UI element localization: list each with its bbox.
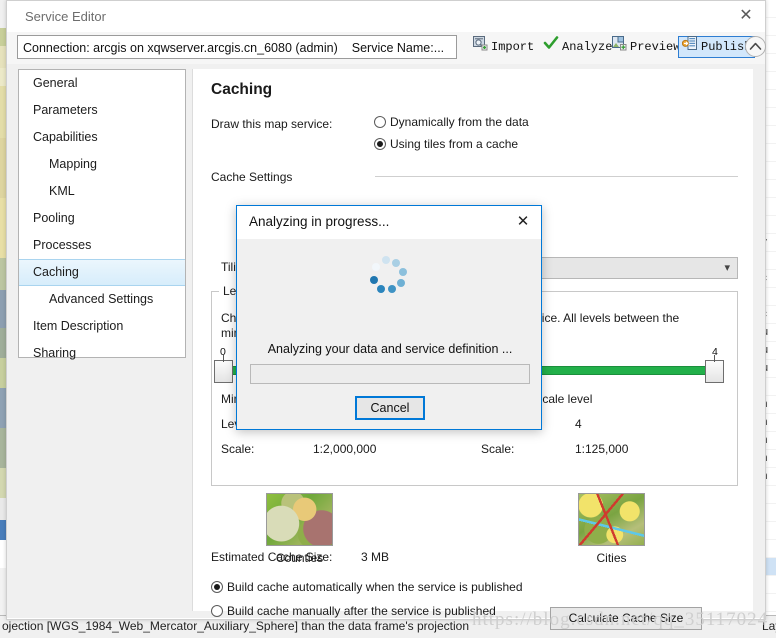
sidebar-item-sharing[interactable]: Sharing [19,340,185,367]
window-title: Service Editor [25,9,106,24]
min-scale-value: 1:2,000,000 [313,442,377,456]
radio-build-auto-label: Build cache automatically when the servi… [227,580,523,594]
radio-build-manual-label: Build cache manually after the service i… [227,604,496,618]
radio-build-manual[interactable]: Build cache manually after the service i… [211,604,496,618]
analyzing-progress-dialog: Analyzing in progress... ✕ Analyzing you… [236,205,542,430]
estimated-cache-size-label: Estimated Cache Size: [211,550,333,564]
preview-label: Preview [630,40,681,54]
background-status-right: Lay [762,619,776,633]
radio-cache-label: Using tiles from a cache [390,137,519,151]
sidebar-item-capabilities[interactable]: Capabilities [19,124,185,151]
sidebar-item-mapping[interactable]: Mapping [19,151,185,178]
service-name-text: Service Name:... [351,41,445,55]
cities-caption: Cities [596,551,627,565]
max-level-value: 4 [575,417,582,431]
calculate-cache-size-button[interactable]: Calculate Cache Size [550,607,702,630]
window-title-bar: Service Editor ✕ [7,1,765,33]
slider-min-handle[interactable] [214,355,233,383]
slider-min-handle-label: 0 [220,346,226,358]
sidebar-item-processes[interactable]: Processes [19,232,185,259]
connection-toolbar: Connection: arcgis on xqwserver.arcgis.c… [7,32,767,65]
analyze-label: Analyze [562,40,613,54]
min-scale-label: Scale: [221,442,255,456]
connection-field[interactable]: Connection: arcgis on xqwserver.arcgis.c… [17,35,457,59]
cities-map-image [578,493,645,546]
chevron-up-icon[interactable] [744,35,767,58]
analyze-button[interactable]: Analyze [540,36,615,58]
sidebar-item-kml[interactable]: KML [19,178,185,205]
preview-icon [611,35,627,59]
close-icon[interactable]: ✕ [733,5,759,27]
estimated-cache-size-value: 3 MB [361,550,390,564]
radio-build-manual-indicator [211,605,223,617]
draw-service-label: Draw this map service: [211,117,333,131]
chevron-down-icon: ▾ [724,262,730,274]
dialog-close-icon[interactable]: ✕ [511,211,535,233]
radio-dynamic-label: Dynamically from the data [390,115,529,129]
cache-settings-heading: Cache Settings [211,170,293,184]
page-title: Caching [211,81,273,98]
dialog-message: Analyzing your data and service definiti… [267,342,513,356]
background-status-left: ojection [WGS_1984_Web_Mercator_Auxiliar… [2,619,469,633]
cancel-button[interactable]: Cancel [355,396,425,420]
sidebar-item-caching[interactable]: Caching [19,259,185,286]
dialog-title-bar: Analyzing in progress... ✕ [237,206,541,239]
preview-button[interactable]: Preview [608,36,683,58]
thumbnail-cities[interactable]: Cities [578,493,645,565]
max-scale-value: 1:125,000 [575,442,629,456]
settings-nav-panel: General Parameters Capabilities Mapping … [18,69,186,360]
dialog-progress-bar [250,364,530,384]
cache-settings-divider [375,176,738,177]
dialog-title: Analyzing in progress... [249,214,390,229]
sidebar-item-pooling[interactable]: Pooling [19,205,185,232]
counties-map-image [266,493,333,546]
sidebar-item-parameters[interactable]: Parameters [19,97,185,124]
import-label: Import [491,40,535,54]
slider-max-handle[interactable] [705,355,724,383]
radio-dynamic-indicator [374,116,386,128]
checkmark-icon [543,35,559,59]
radio-build-auto-indicator [211,581,223,593]
radio-build-auto[interactable]: Build cache automatically when the servi… [211,580,523,594]
sidebar-item-general[interactable]: General [19,70,185,97]
import-button[interactable]: Import [469,36,537,58]
max-scale-label: Scale: [481,442,515,456]
connection-text: Connection: arcgis on xqwserver.arcgis.c… [23,41,338,55]
radio-cache[interactable]: Using tiles from a cache [374,137,518,151]
sidebar-item-advanced-settings[interactable]: Advanced Settings [19,286,185,313]
loading-spinner-icon [368,256,410,298]
sidebar-item-item-description[interactable]: Item Description [19,313,185,340]
radio-dynamic[interactable]: Dynamically from the data [374,115,529,129]
import-icon [472,35,488,59]
radio-cache-indicator [374,138,386,150]
slider-max-handle-label: 4 [712,346,718,358]
publish-icon [681,35,698,59]
